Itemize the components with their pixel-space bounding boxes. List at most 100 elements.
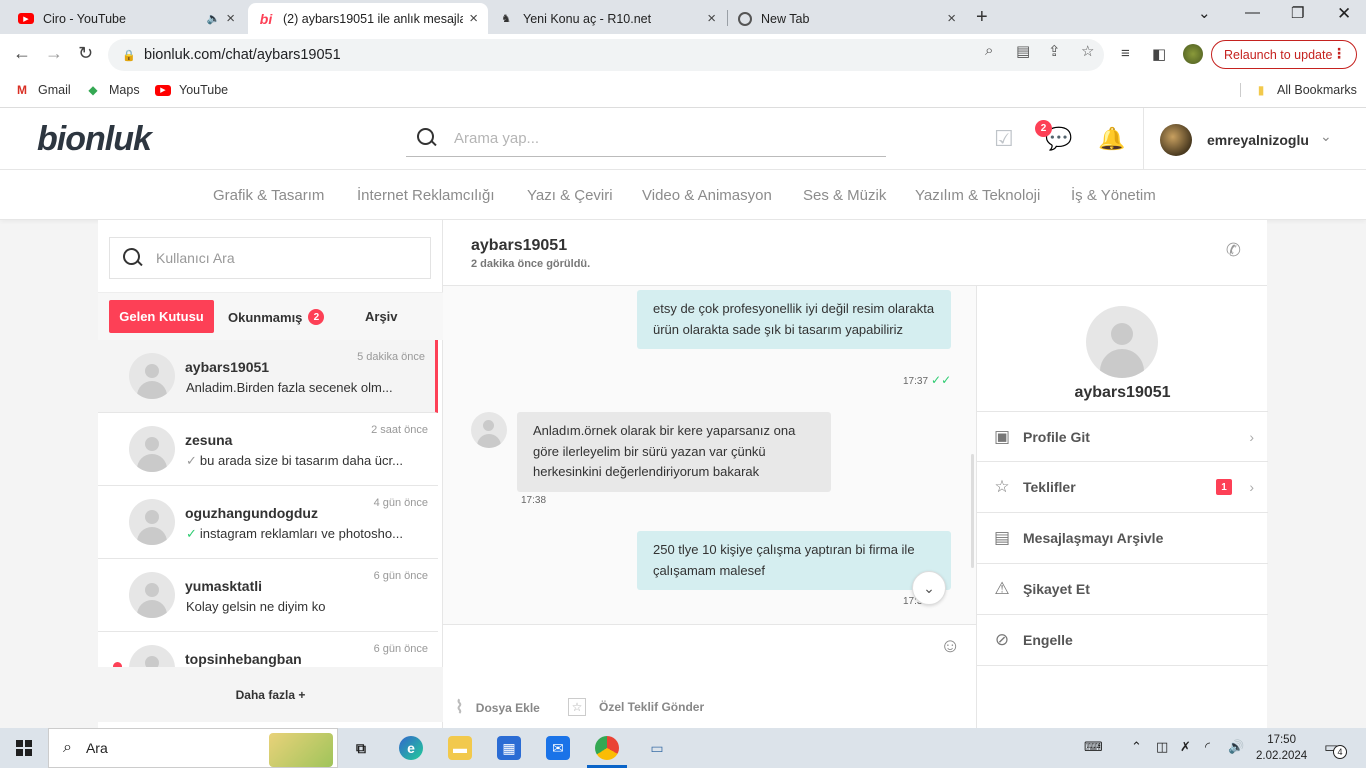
scrollbar[interactable] xyxy=(971,454,974,568)
side-panel-icon[interactable]: ◧ xyxy=(1152,45,1166,63)
conversation-item[interactable]: yumasktatli 6 gün önce Kolay gelsin ne d… xyxy=(98,559,438,632)
profile-avatar-icon[interactable] xyxy=(1183,44,1203,64)
conversation-name: oguzhangundogduz xyxy=(185,505,318,521)
category-item[interactable]: Ses & Müzik xyxy=(803,187,886,204)
site-search[interactable]: Arama yap... xyxy=(406,120,886,157)
edge-icon[interactable]: e xyxy=(399,736,423,760)
url-field[interactable]: 🔒 bionluk.com/chat/aybars19051 xyxy=(108,39,1104,71)
back-icon[interactable]: ← xyxy=(13,43,31,64)
chat-partner-name[interactable]: aybars19051 xyxy=(471,237,567,255)
tab-bionluk-chat[interactable]: bi (2) aybars19051 ile anlık mesajlaş × xyxy=(248,3,488,34)
close-tab-icon[interactable]: × xyxy=(226,10,235,27)
bookmark-gmail[interactable]: M Gmail xyxy=(14,83,71,97)
conversation-item[interactable]: topsinhebangban 6 gün önce xyxy=(98,632,438,667)
windows-start-icon[interactable] xyxy=(16,740,32,756)
category-item[interactable]: İnternet Reklamcılığı xyxy=(357,187,495,204)
wifi-icon[interactable]: ◜ xyxy=(1205,739,1210,755)
maximize-icon[interactable]: ❐ xyxy=(1291,4,1304,22)
reload-icon[interactable]: ↻ xyxy=(78,43,93,64)
remote-desktop-icon[interactable]: ▭ xyxy=(645,736,669,760)
clock-date: 2.02.2024 xyxy=(1256,750,1308,762)
conversation-item[interactable]: oguzhangundogduz 4 gün önce ✓ instagram r… xyxy=(98,486,438,559)
site-header: bionluk Arama yap... ☑ 💬 2 🔔 emreyalnizo… xyxy=(0,108,1366,170)
store-icon[interactable]: ▦ xyxy=(497,736,521,760)
share-icon[interactable]: ⇪ xyxy=(1048,42,1061,60)
category-item[interactable]: Video & Animasyon xyxy=(642,187,772,204)
all-bookmarks[interactable]: ▮ All Bookmarks xyxy=(1240,83,1357,97)
tab-archive[interactable]: Arşiv xyxy=(365,309,398,324)
offers-button[interactable]: ☆ Teklifler 1 › xyxy=(977,462,1268,513)
emoji-icon[interactable]: ☺ xyxy=(940,635,960,658)
block-button[interactable]: ⊘ Engelle xyxy=(977,615,1268,666)
load-more-button[interactable]: Daha fazla + xyxy=(98,667,443,722)
message-composer[interactable]: ☺ ⌇ Dosya Ekle ☆ Özel Teklif Gönder xyxy=(443,624,976,728)
bookmark-youtube[interactable]: ▶ YouTube xyxy=(155,83,228,97)
report-button[interactable]: ⚠ Şikayet Et xyxy=(977,564,1268,615)
notifications-icon[interactable]: ▭ 4 xyxy=(1324,738,1347,759)
conversation-preview: Kolay gelsin ne diyim ko xyxy=(186,599,326,614)
bell-icon[interactable]: 🔔 xyxy=(1098,126,1125,152)
reading-list-icon[interactable]: ≡ xyxy=(1121,45,1130,62)
user-search-input[interactable]: Kullanıcı Ara xyxy=(109,237,431,279)
tab-youtube[interactable]: ▶ Ciro - YouTube 🔈 × xyxy=(8,3,245,34)
bookmark-star-icon[interactable]: ☆ xyxy=(1081,42,1094,60)
attach-file-button[interactable]: ⌇ Dosya Ekle xyxy=(455,697,540,718)
category-item[interactable]: Yazılım & Teknoloji xyxy=(915,187,1040,204)
speaker-icon[interactable]: 🔈 xyxy=(207,12,221,25)
site-logo[interactable]: bionluk xyxy=(37,120,152,159)
network-icon[interactable]: ✗ xyxy=(1180,739,1191,755)
close-window-icon[interactable]: ✕ xyxy=(1337,4,1351,24)
tab-search-icon[interactable]: ⌄ xyxy=(1198,4,1211,22)
meet-icon[interactable]: ◫ xyxy=(1156,739,1168,755)
volume-icon[interactable]: 🔊 xyxy=(1228,739,1244,755)
category-item[interactable]: İş & Yönetim xyxy=(1071,187,1156,204)
category-item[interactable]: Grafik & Tasarım xyxy=(213,187,324,204)
close-tab-icon[interactable]: × xyxy=(469,10,478,27)
minimize-icon[interactable]: — xyxy=(1245,4,1260,21)
block-icon: ⊘ xyxy=(994,630,1010,649)
username[interactable]: emreyalnizoglu xyxy=(1207,132,1309,148)
task-view-icon[interactable]: ⧉ xyxy=(349,736,373,760)
phone-icon[interactable]: ✆ xyxy=(1226,240,1241,261)
tab-inbox[interactable]: Gelen Kutusu xyxy=(109,300,214,333)
archive-conversation-button[interactable]: ▤ Mesajlaşmayı Arşivle xyxy=(977,513,1268,564)
clock[interactable]: 17:50 2.02.2024 xyxy=(1256,732,1307,764)
category-item[interactable]: Yazı & Çeviri xyxy=(527,187,613,204)
scroll-down-button[interactable]: ⌄ xyxy=(912,571,946,605)
tab-unread[interactable]: Okunmamış 2 xyxy=(228,309,325,325)
chrome-icon[interactable] xyxy=(587,736,627,768)
conversation-item[interactable]: zesuna 2 saat önce ✓ bu arada size bi tas… xyxy=(98,413,438,486)
youtube-icon: ▶ xyxy=(155,84,171,96)
keyboard-icon[interactable]: ⌨ xyxy=(1084,739,1103,755)
user-avatar[interactable] xyxy=(1160,124,1192,156)
close-tab-icon[interactable]: × xyxy=(947,10,956,27)
tab-r10[interactable]: ♞ Yeni Konu aç - R10.net × xyxy=(488,3,726,34)
relaunch-button[interactable]: Relaunch to update ⋮ xyxy=(1211,40,1357,69)
taskbar-search[interactable]: ⌕ Ara xyxy=(48,728,338,768)
message-outgoing: 250 tlye 10 kişiye çalışma yaptıran bi f… xyxy=(637,531,951,590)
message-thread: etsy de çok profesyonellik iyi değil res… xyxy=(443,286,976,624)
tab-new-tab[interactable]: New Tab × xyxy=(728,3,966,34)
special-offer-button[interactable]: ☆ Özel Teklif Gönder xyxy=(568,698,704,716)
action-label: Profile Git xyxy=(1023,428,1090,445)
forward-icon[interactable]: → xyxy=(45,43,63,64)
tasks-icon[interactable]: ☑ xyxy=(994,126,1014,152)
offers-count-badge: 1 xyxy=(1216,479,1232,495)
mail-icon[interactable]: ✉ xyxy=(546,736,570,760)
chevron-up-icon[interactable]: ⌃ xyxy=(1131,739,1142,755)
file-explorer-icon[interactable]: ▬ xyxy=(448,736,472,760)
chevron-right-icon: › xyxy=(1249,479,1254,495)
close-tab-icon[interactable]: × xyxy=(707,10,716,27)
warning-icon: ⚠ xyxy=(994,579,1010,598)
new-tab-button[interactable]: + xyxy=(976,6,988,29)
chevron-down-icon[interactable]: ⌄ xyxy=(1320,128,1332,145)
bookmark-maps[interactable]: ◆ Maps xyxy=(85,83,139,97)
profile-go-button[interactable]: ▣ Profile Git › xyxy=(977,411,1268,462)
message-outgoing: etsy de çok profesyonellik iyi değil res… xyxy=(637,290,951,349)
more-menu-icon[interactable]: ⋮ xyxy=(1332,45,1346,62)
zoom-search-icon[interactable]: ⌕ xyxy=(985,42,993,59)
avatar xyxy=(129,426,175,472)
conversation-item[interactable]: aybars19051 5 dakika önce Anladim.Birden… xyxy=(98,340,438,413)
gmail-icon: M xyxy=(17,83,27,97)
translate-icon[interactable]: ▤ xyxy=(1016,42,1030,60)
